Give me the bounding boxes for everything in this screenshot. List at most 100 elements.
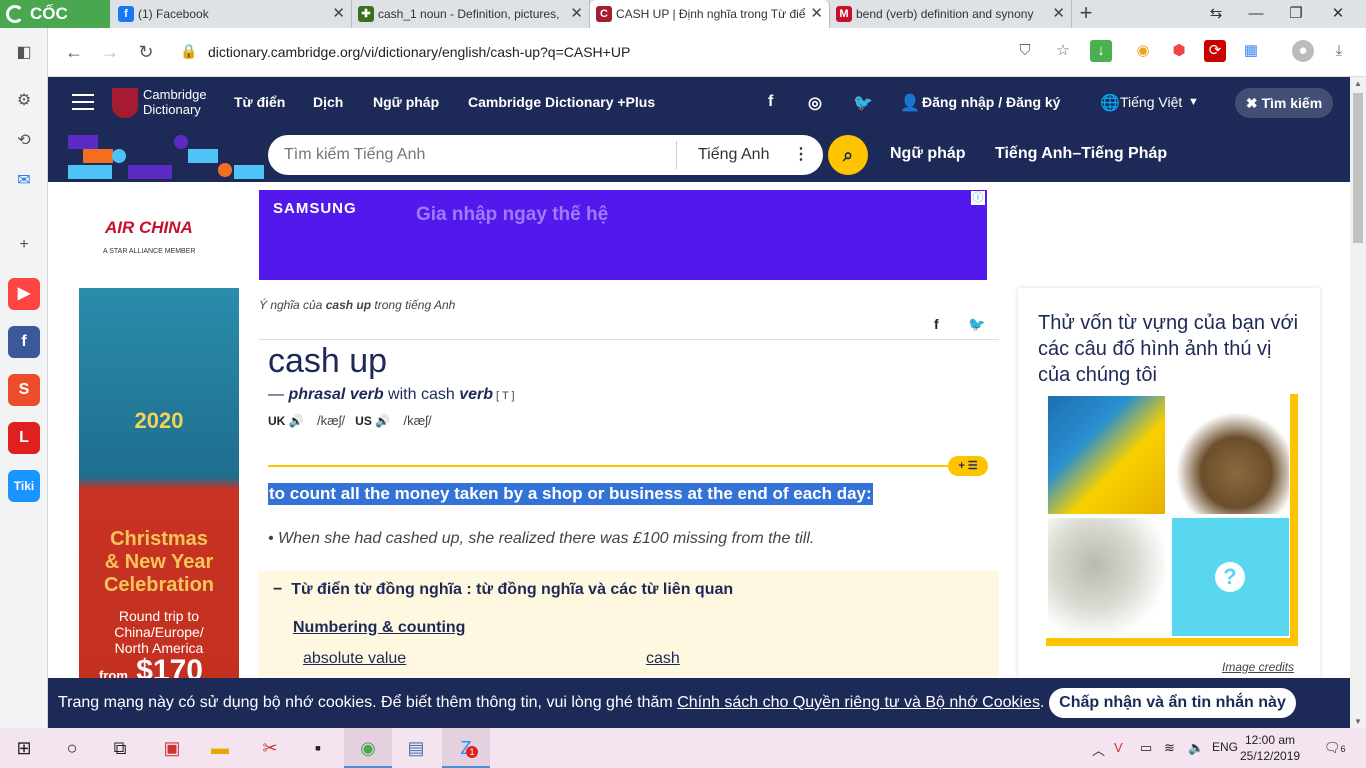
login-link[interactable]: Đăng nhập / Đăng ký bbox=[922, 94, 1060, 110]
nav-dictionary[interactable]: Từ điển bbox=[234, 94, 285, 110]
scroll-up-icon[interactable]: ▲ bbox=[1354, 79, 1362, 88]
volume-icon[interactable]: 🔈 bbox=[1188, 740, 1204, 756]
cookie-policy-link[interactable]: Chính sách cho Quyền riêng tư và Bộ nhớ … bbox=[677, 694, 1040, 711]
url-text[interactable]: dictionary.cambridge.org/vi/dictionary/e… bbox=[208, 44, 630, 60]
browser-brand[interactable]: CỐC CỐC bbox=[0, 0, 110, 51]
pos-phrasal-verb[interactable]: phrasal verb bbox=[288, 386, 383, 403]
image-quiz-card[interactable]: Thử vốn từ vựng của bạn với các câu đố h… bbox=[1018, 288, 1320, 678]
profile-avatar[interactable]: ● bbox=[1292, 40, 1314, 62]
messenger-icon[interactable]: ✉ bbox=[9, 166, 39, 196]
hamburger-menu-icon[interactable] bbox=[72, 94, 94, 110]
ad-choices-icon[interactable]: ⓘ bbox=[971, 191, 985, 205]
close-window-button[interactable]: ✕ bbox=[1318, 0, 1358, 28]
chrome-extension-icon[interactable]: ◉ bbox=[1132, 40, 1154, 62]
chevron-up-icon[interactable]: ︿ bbox=[1092, 740, 1105, 759]
zalo-taskbar-icon[interactable]: Z1 bbox=[442, 728, 490, 768]
close-tab-icon[interactable]: ✕ bbox=[810, 0, 823, 28]
battery-icon[interactable]: ▭ bbox=[1140, 740, 1152, 756]
input-language[interactable]: ENG bbox=[1212, 740, 1238, 754]
speaker-icon[interactable]: 🔊 bbox=[289, 414, 304, 428]
share-twitter-icon[interactable]: 🐦 bbox=[968, 316, 985, 333]
image-credits-link[interactable]: Image credits bbox=[1222, 660, 1294, 674]
maximize-button[interactable]: ❐ bbox=[1276, 0, 1316, 28]
language-selector[interactable]: Tiếng Việt bbox=[1120, 94, 1182, 110]
minimize-button[interactable]: — bbox=[1236, 0, 1276, 28]
collapse-icon[interactable]: − bbox=[273, 581, 282, 598]
youtube-icon[interactable]: ▶ bbox=[8, 278, 40, 310]
color-extension-icon[interactable]: ▦ bbox=[1240, 40, 1262, 62]
facebook-icon[interactable]: f bbox=[768, 93, 773, 111]
more-options-icon[interactable]: ⋮ bbox=[793, 144, 809, 164]
windows-start-icon[interactable]: ⊞ bbox=[0, 728, 48, 768]
tab-cash-noun[interactable]: ✚ cash_1 noun - Definition, pictures, ✕ bbox=[352, 0, 590, 28]
app-taskbar-icon[interactable]: ▤ bbox=[392, 728, 440, 768]
paint-app-icon[interactable]: ▣ bbox=[148, 728, 196, 768]
add-to-wordlist-button[interactable]: + ☰ bbox=[948, 456, 988, 476]
search-submit-button[interactable]: ⌕ bbox=[828, 135, 868, 175]
notification-center-icon[interactable]: 🗨6 bbox=[1324, 740, 1346, 756]
instagram-icon[interactable]: ◎ bbox=[808, 93, 822, 113]
coccoc-taskbar-icon[interactable]: ◉ bbox=[344, 728, 392, 768]
lock-icon[interactable]: 🔒 bbox=[180, 43, 197, 60]
sticky-notes-icon[interactable]: ▪ bbox=[294, 728, 342, 768]
cortana-search-icon[interactable]: ○ bbox=[48, 728, 96, 768]
nav-grammar[interactable]: Ngữ pháp bbox=[373, 94, 439, 110]
accept-cookies-button[interactable]: Chấp nhận và ẩn tin nhắn này bbox=[1049, 688, 1296, 718]
nav-plus[interactable]: Cambridge Dictionary +Plus bbox=[468, 94, 655, 110]
air-china-ad[interactable]: ⓘ✕ AIR CHINA A STAR ALLIANCE MEMBER 2020… bbox=[79, 190, 241, 678]
download-extension-icon[interactable]: ↓ bbox=[1090, 40, 1112, 62]
pos-verb[interactable]: verb bbox=[459, 386, 493, 403]
new-tab-button[interactable]: + bbox=[1072, 0, 1100, 28]
thesaurus-title[interactable]: − Từ điển từ đồng nghĩa : từ đồng nghĩa … bbox=[273, 581, 733, 599]
english-french-link[interactable]: Tiếng Anh–Tiếng Pháp bbox=[995, 145, 1167, 163]
page-scrollbar[interactable]: ▲ ▼ bbox=[1350, 77, 1366, 728]
scrollbar-thumb[interactable] bbox=[1353, 93, 1363, 243]
tab-bend[interactable]: Mbend (verb) definition and synony ✕ bbox=[830, 0, 1072, 28]
history-icon[interactable]: ⟲ bbox=[9, 126, 39, 156]
quiz-image-grid[interactable]: ? bbox=[1046, 394, 1298, 646]
bookmark-star-icon[interactable]: ☆ bbox=[1052, 40, 1074, 62]
adblock-icon[interactable]: ⬢ bbox=[1168, 40, 1190, 62]
file-explorer-icon[interactable]: ▬ bbox=[196, 728, 244, 768]
mystery-image[interactable]: ? bbox=[1172, 518, 1289, 636]
reload-icon[interactable]: ↻ bbox=[134, 40, 158, 64]
task-view-icon[interactable]: ⧉ bbox=[96, 728, 144, 768]
related-word[interactable]: cash bbox=[646, 650, 680, 668]
related-word[interactable]: absolute value bbox=[303, 650, 406, 668]
grammar-code[interactable]: [ T ] bbox=[493, 390, 515, 402]
thesaurus-category[interactable]: Numbering & counting bbox=[293, 619, 465, 637]
add-app-icon[interactable]: + bbox=[9, 230, 39, 260]
cambridge-logo[interactable]: Cambridge Dictionary bbox=[112, 87, 212, 119]
snail-image[interactable] bbox=[1172, 396, 1289, 514]
lazada-icon[interactable]: L bbox=[8, 422, 40, 454]
chevron-down-icon[interactable]: ▼ bbox=[1188, 96, 1199, 108]
scroll-down-icon[interactable]: ▼ bbox=[1354, 717, 1362, 726]
tab-cash-up[interactable]: C CASH UP | Định nghĩa trong Từ điể ✕ bbox=[590, 0, 830, 28]
tab-facebook[interactable]: f (1) Facebook ✕ bbox=[112, 0, 352, 28]
grammar-link[interactable]: Ngữ pháp bbox=[890, 145, 966, 163]
dictionary-selector[interactable]: Tiếng Anh bbox=[698, 146, 769, 164]
wifi-icon[interactable]: ≋ bbox=[1164, 740, 1175, 756]
speaker-icon[interactable]: 🔊 bbox=[375, 414, 390, 428]
snipping-tool-icon[interactable]: ✂ bbox=[246, 728, 294, 768]
parrot-image[interactable] bbox=[1048, 396, 1165, 514]
arrow-right-icon[interactable]: → bbox=[98, 40, 122, 64]
close-tab-icon[interactable]: ✕ bbox=[570, 0, 583, 28]
close-tab-icon[interactable]: ✕ bbox=[1052, 0, 1065, 28]
nav-translate[interactable]: Dịch bbox=[313, 94, 343, 110]
system-clock[interactable]: 12:00 am 25/12/2019 bbox=[1240, 732, 1300, 764]
facebook-icon[interactable]: f bbox=[8, 326, 40, 358]
sync-extension-icon[interactable]: ⟳ bbox=[1204, 40, 1226, 62]
download-icon[interactable]: ⤓ bbox=[1328, 40, 1350, 62]
twitter-icon[interactable]: 🐦 bbox=[853, 93, 873, 113]
close-tab-icon[interactable]: ✕ bbox=[332, 0, 345, 28]
url-field[interactable]: 🔒 dictionary.cambridge.org/vi/dictionary… bbox=[168, 36, 1118, 69]
arrow-left-icon[interactable]: ← bbox=[62, 40, 86, 64]
search-toggle-button[interactable]: ✖ Tìm kiếm bbox=[1235, 88, 1333, 118]
tab-search-icon[interactable]: ⇆ bbox=[1196, 0, 1236, 28]
samsung-ad[interactable]: SAMSUNG Gia nhập ngay thế hệ ⓘ bbox=[259, 190, 987, 280]
shopee-icon[interactable]: S bbox=[8, 374, 40, 406]
share-facebook-icon[interactable]: f bbox=[934, 316, 939, 332]
tiki-icon[interactable]: Tiki bbox=[8, 470, 40, 502]
octopus-image[interactable] bbox=[1048, 518, 1165, 636]
